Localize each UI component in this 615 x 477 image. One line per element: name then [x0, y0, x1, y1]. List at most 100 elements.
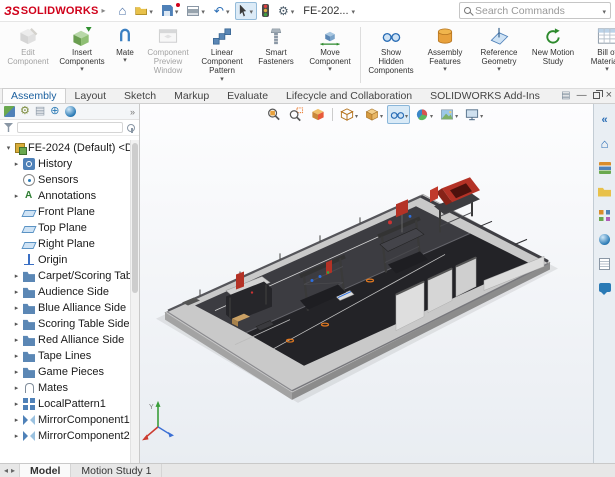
expand-arrow-icon[interactable]: ▸	[13, 160, 20, 168]
bill-of-materials-button[interactable]: Bill of Materials ▾	[580, 23, 615, 87]
options-button[interactable]: ⚙	[274, 2, 298, 20]
tree-item[interactable]: ▸Blue Alliance Side	[2, 300, 130, 316]
hide-show-items-button[interactable]	[387, 105, 410, 124]
open-button[interactable]	[131, 2, 157, 20]
tab-layout[interactable]: Layout	[66, 88, 116, 103]
section-view-button[interactable]	[308, 105, 328, 124]
expand-arrow-icon[interactable]: ▸	[13, 192, 20, 200]
tree-item[interactable]: ▸Scoring Table Side	[2, 316, 130, 332]
graphics-viewport[interactable]: Y	[140, 104, 593, 463]
tree-item[interactable]: ▸Annotations	[2, 188, 130, 204]
smart-fasteners-button[interactable]: Smart Fasteners	[249, 23, 303, 87]
tree-item[interactable]: ▸Tape Lines	[2, 348, 130, 364]
tab-model[interactable]: Model	[20, 464, 71, 477]
viewport-3d-scene[interactable]: Y	[140, 104, 593, 463]
tree-item[interactable]: ▸LocalPattern1	[2, 396, 130, 412]
expand-arrow-icon[interactable]: ▾	[5, 144, 12, 152]
tree-item[interactable]: ▸Carpet/Scoring Table	[2, 268, 130, 284]
display-style-button[interactable]	[362, 105, 385, 124]
restore-button[interactable]	[593, 92, 600, 99]
tree-item[interactable]: ▸MirrorComponent1	[2, 412, 130, 428]
display-pane-icon[interactable]: ▤	[561, 91, 570, 101]
select-button[interactable]	[235, 2, 258, 20]
propertymanager-tab-icon[interactable]: ⚙	[20, 106, 30, 117]
featuremanager-tab-icon[interactable]	[4, 106, 15, 117]
tree-item[interactable]: Top Plane	[2, 220, 130, 236]
save-button[interactable]	[158, 2, 183, 20]
tree-scrollbar[interactable]	[130, 140, 139, 463]
apply-scene-button[interactable]	[437, 105, 460, 124]
chevron-down-icon[interactable]	[352, 5, 356, 17]
component-preview-window-button[interactable]: Component Preview Window	[141, 23, 195, 87]
view-settings-button[interactable]	[462, 105, 485, 124]
tab-scroll-left-icon[interactable]: ◂	[4, 466, 8, 475]
tree-item[interactable]: ▸Game Pieces	[2, 364, 130, 380]
insert-components-button[interactable]: Insert Components ▾	[55, 23, 109, 87]
zoom-area-button[interactable]	[286, 105, 306, 124]
tree-item-root[interactable]: ▾FE-2024 (Default) <Display S	[2, 140, 130, 156]
tab-markup[interactable]: Markup	[165, 88, 218, 103]
tab-evaluate[interactable]: Evaluate	[218, 88, 277, 103]
expand-arrow-icon[interactable]: ▸	[13, 288, 20, 296]
more-tabs-chevron-icon[interactable]: »	[130, 107, 135, 117]
tree-filter-input[interactable]	[17, 122, 123, 133]
tab-lifecycle-collaboration[interactable]: Lifecycle and Collaboration	[277, 88, 421, 103]
design-library-icon[interactable]	[597, 160, 612, 175]
expand-arrow-icon[interactable]: ▸	[13, 320, 20, 328]
expand-arrow-icon[interactable]: ▸	[13, 432, 20, 440]
task-pane-expand-chevron-icon[interactable]: «	[597, 112, 612, 127]
file-explorer-icon[interactable]	[597, 184, 612, 199]
view-palette-icon[interactable]	[597, 208, 612, 223]
forum-icon[interactable]	[597, 280, 612, 295]
expand-arrow-icon[interactable]: ▸	[13, 416, 20, 424]
tab-scroll-right-icon[interactable]: ▸	[11, 466, 15, 475]
pin-icon[interactable]	[127, 124, 135, 132]
logo-arrow-icon[interactable]: ▸	[102, 6, 106, 15]
tree-item[interactable]: Sensors	[2, 172, 130, 188]
mate-button[interactable]: Mate ▾	[109, 23, 141, 87]
tab-solidworks-addins[interactable]: SOLIDWORKS Add-Ins	[421, 88, 549, 103]
tree-item[interactable]: ▸Mates	[2, 380, 130, 396]
view-orientation-button[interactable]	[337, 105, 360, 124]
solidworks-resources-icon[interactable]: ⌂	[597, 136, 612, 151]
displaymanager-tab-icon[interactable]	[65, 106, 76, 117]
show-hidden-components-button[interactable]: Show Hidden Components	[364, 23, 418, 87]
expand-arrow-icon[interactable]: ▸	[13, 336, 20, 344]
expand-arrow-icon[interactable]: ▸	[13, 384, 20, 392]
reference-geometry-button[interactable]: Reference Geometry ▾	[472, 23, 526, 87]
expand-arrow-icon[interactable]: ▸	[13, 352, 20, 360]
configurationmanager-tab-icon[interactable]: ▤	[35, 106, 45, 117]
chevron-down-icon[interactable]	[602, 5, 606, 17]
home-button[interactable]: ⌂	[115, 2, 131, 20]
linear-component-pattern-button[interactable]: Linear Component Pattern ▾	[195, 23, 249, 87]
tree-item[interactable]: ▸History	[2, 156, 130, 172]
tab-assembly[interactable]: Assembly	[2, 88, 66, 103]
expand-arrow-icon[interactable]: ▸	[13, 272, 20, 280]
appearances-scenes-icon[interactable]	[597, 232, 612, 247]
edit-component-button[interactable]: Edit Component	[1, 23, 55, 87]
tab-sketch[interactable]: Sketch	[115, 88, 165, 103]
filter-funnel-icon[interactable]	[4, 123, 13, 132]
expand-arrow-icon[interactable]: ▸	[13, 400, 20, 408]
expand-arrow-icon[interactable]: ▸	[13, 304, 20, 312]
assembly-features-button[interactable]: Assembly Features ▾	[418, 23, 472, 87]
close-button[interactable]: ×	[606, 90, 612, 101]
edit-appearance-button[interactable]	[412, 105, 435, 124]
print-button[interactable]	[183, 2, 209, 20]
rebuild-button[interactable]	[258, 2, 273, 20]
tree-item[interactable]: Front Plane	[2, 204, 130, 220]
zoom-fit-button[interactable]	[264, 105, 284, 124]
tree-item[interactable]: Right Plane	[2, 236, 130, 252]
tree-item[interactable]: ▸MirrorComponent2	[2, 428, 130, 444]
expand-arrow-icon[interactable]: ▸	[13, 368, 20, 376]
tab-motion-study-1[interactable]: Motion Study 1	[71, 464, 162, 477]
tree-item[interactable]: ▸Audience Side	[2, 284, 130, 300]
search-commands-box[interactable]: Search Commands	[459, 2, 611, 19]
tree-item[interactable]: Origin	[2, 252, 130, 268]
minimize-button[interactable]: —	[577, 91, 587, 101]
custom-properties-icon[interactable]	[597, 256, 612, 271]
scrollbar-thumb[interactable]	[132, 143, 138, 293]
new-motion-study-button[interactable]: New Motion Study	[526, 23, 580, 87]
undo-button[interactable]: ↶	[210, 2, 234, 20]
dimxpertmanager-tab-icon[interactable]: ⊕	[50, 106, 59, 117]
